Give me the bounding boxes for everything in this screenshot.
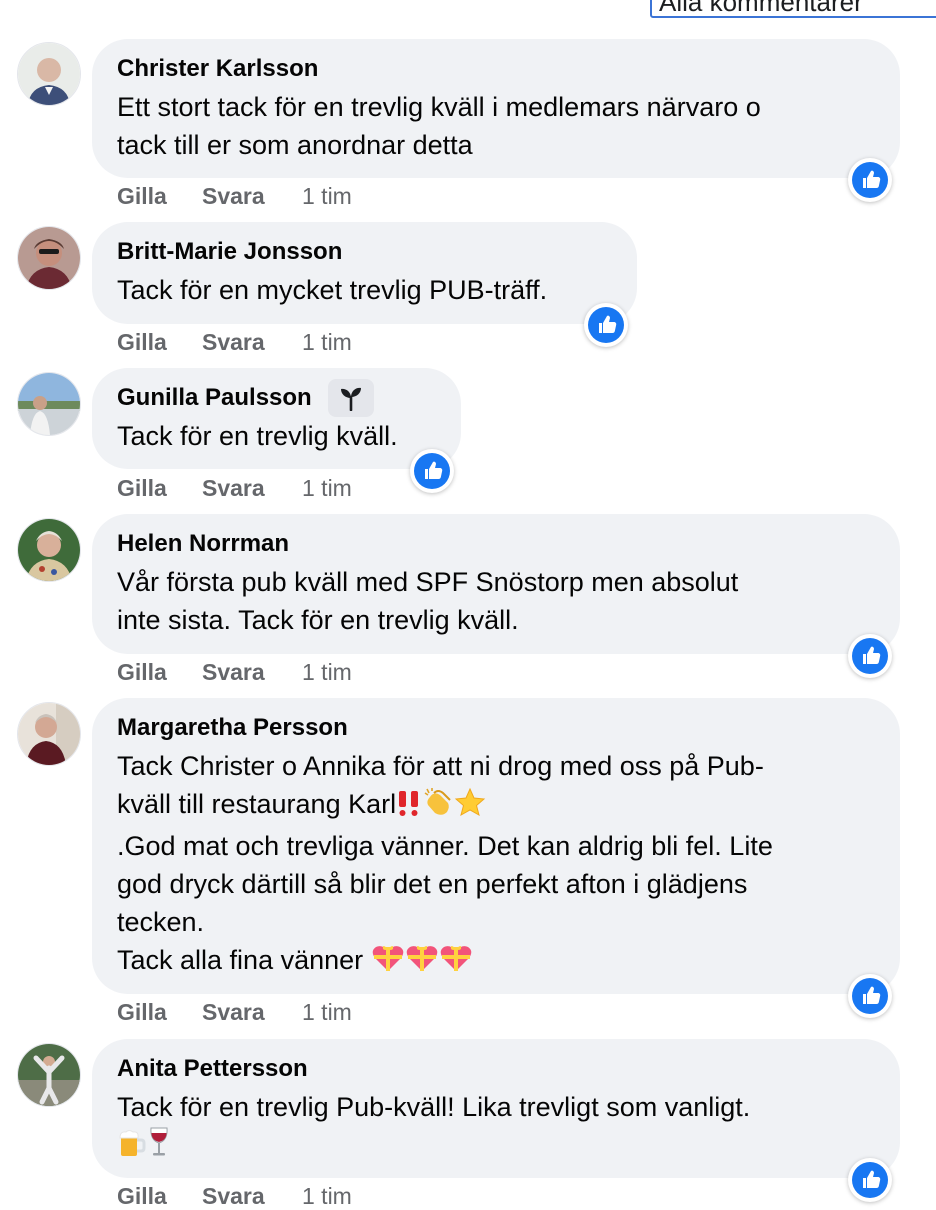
comment-bubble: Gunilla Paulsson Tack för en trevlig kvä… <box>92 368 461 469</box>
comment-actions: Gilla Svara 1 tim <box>117 474 352 502</box>
like-button[interactable]: Gilla <box>117 1182 202 1210</box>
reply-button[interactable]: Svara <box>202 328 302 356</box>
comment-bubble: Margaretha Persson Tack Christer o Annik… <box>92 698 900 994</box>
like-icon <box>852 1162 888 1198</box>
beer-mug-emoji <box>117 1128 147 1168</box>
avatar[interactable] <box>17 372 81 436</box>
comment-author[interactable]: Helen Norrman <box>117 529 874 559</box>
avatar[interactable] <box>17 518 81 582</box>
comment-author[interactable]: Britt-Marie Jonsson <box>117 237 611 267</box>
comment-actions: Gilla Svara 1 tim <box>117 328 352 356</box>
clapping-hands-emoji <box>422 787 454 827</box>
comment-text: Tack för en trevlig kväll. <box>117 421 398 451</box>
like-reaction-badge[interactable] <box>848 158 892 202</box>
heart-gift-emoji <box>439 943 473 983</box>
like-reaction-badge[interactable] <box>848 974 892 1018</box>
like-icon <box>414 453 450 489</box>
sprout-badge-icon[interactable] <box>327 379 374 417</box>
like-reaction-badge[interactable] <box>410 449 454 493</box>
comment-actions: Gilla Svara 1 tim <box>117 1182 352 1210</box>
reply-button[interactable]: Svara <box>202 1182 302 1210</box>
like-reaction-badge[interactable] <box>584 303 628 347</box>
heart-gift-emoji <box>371 943 405 983</box>
comment-timestamp[interactable]: 1 tim <box>302 998 352 1026</box>
like-button[interactable]: Gilla <box>117 182 202 210</box>
comment-text: Ett stort tack för en trevlig kväll i me… <box>117 92 761 160</box>
avatar[interactable] <box>17 226 81 290</box>
comment-timestamp[interactable]: 1 tim <box>302 328 352 356</box>
avatar[interactable] <box>17 702 81 766</box>
like-button[interactable]: Gilla <box>117 658 202 686</box>
comment-text: Vår första pub kväll med SPF Snöstorp me… <box>117 567 739 635</box>
like-icon <box>852 638 888 674</box>
avatar[interactable] <box>17 1043 81 1107</box>
comment-timestamp[interactable]: 1 tim <box>302 658 352 686</box>
comment-bubble: Anita Pettersson Tack för en trevlig Pub… <box>92 1039 900 1178</box>
comment-text: Tack för en mycket trevlig PUB-träff. <box>117 275 548 305</box>
comment-filter-label: Alla kommentarer <box>659 0 863 17</box>
reply-button[interactable]: Svara <box>202 474 302 502</box>
like-button[interactable]: Gilla <box>117 998 202 1026</box>
reply-button[interactable]: Svara <box>202 658 302 686</box>
comment-text: Tack Christer o Annika för att ni drog m… <box>117 747 874 983</box>
comment-author[interactable]: Anita Pettersson <box>117 1054 874 1084</box>
like-button[interactable]: Gilla <box>117 328 202 356</box>
like-icon <box>852 162 888 198</box>
heart-gift-emoji <box>405 943 439 983</box>
comment-bubble: Helen Norrman Vår första pub kväll med S… <box>92 514 900 654</box>
comment-author[interactable]: Gunilla Paulsson <box>117 379 435 417</box>
comment-text: Tack för en trevlig Pub-kväll! Lika trev… <box>117 1088 874 1168</box>
comment-timestamp[interactable]: 1 tim <box>302 182 352 210</box>
star-emoji <box>454 787 486 827</box>
avatar[interactable] <box>17 42 81 106</box>
comment-author[interactable]: Margaretha Persson <box>117 713 874 743</box>
like-button[interactable]: Gilla <box>117 474 202 502</box>
wine-glass-emoji <box>147 1126 171 1168</box>
comment-timestamp[interactable]: 1 tim <box>302 1182 352 1210</box>
comment-actions: Gilla Svara 1 tim <box>117 998 352 1026</box>
like-icon <box>852 978 888 1014</box>
comment-bubble: Britt-Marie Jonsson Tack för en mycket t… <box>92 222 637 324</box>
like-reaction-badge[interactable] <box>848 634 892 678</box>
reply-button[interactable]: Svara <box>202 998 302 1026</box>
comment-bubble: Christer Karlsson Ett stort tack för en … <box>92 39 900 178</box>
like-reaction-badge[interactable] <box>848 1158 892 1202</box>
comment-actions: Gilla Svara 1 tim <box>117 182 352 210</box>
comment-timestamp[interactable]: 1 tim <box>302 474 352 502</box>
comment-author[interactable]: Christer Karlsson <box>117 54 874 84</box>
like-icon <box>588 307 624 343</box>
reply-button[interactable]: Svara <box>202 182 302 210</box>
double-exclamation-emoji <box>396 789 422 827</box>
comment-filter-dropdown[interactable]: Alla kommentarer <box>650 0 936 18</box>
comment-actions: Gilla Svara 1 tim <box>117 658 352 686</box>
